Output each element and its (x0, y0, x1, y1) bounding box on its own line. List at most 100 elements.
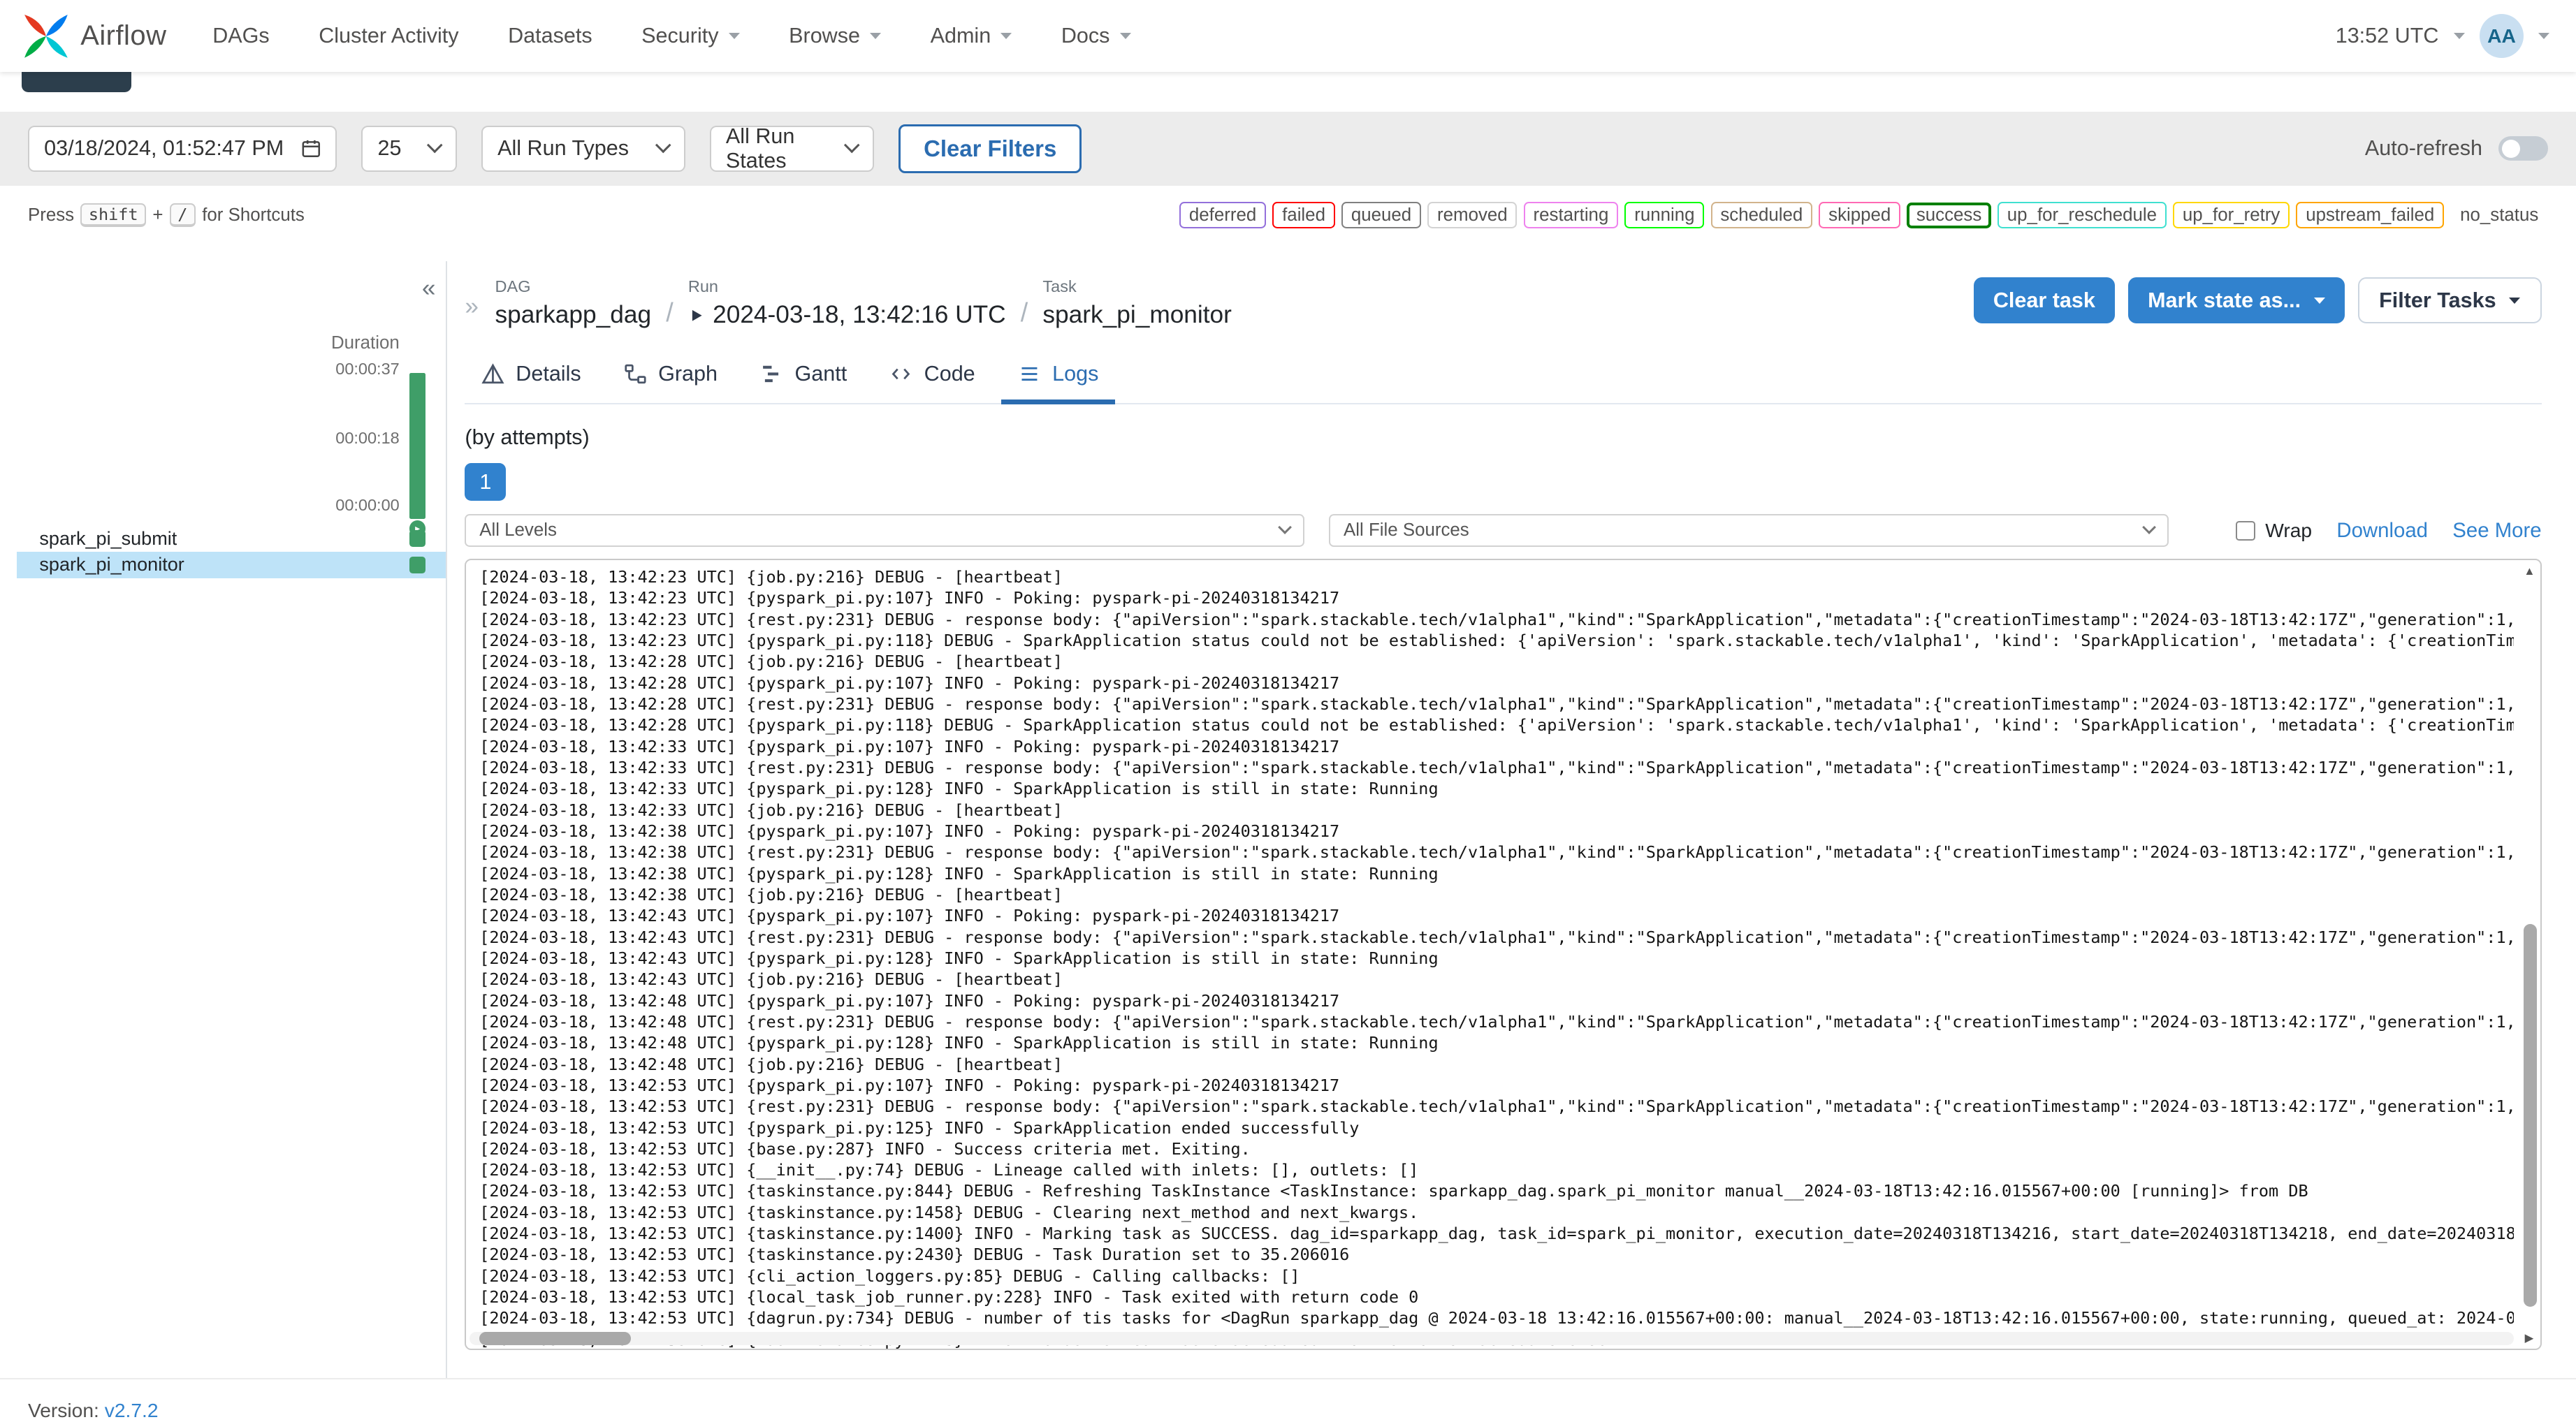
log-line: [2024-03-18, 13:42:53 UTC] {local_task_j… (479, 1287, 1419, 1307)
log-line: [2024-03-18, 13:42:28 UTC] {rest.py:231}… (479, 694, 2514, 714)
by-attempts-label: (by attempts) (465, 425, 590, 450)
task-row-spark_pi_monitor[interactable]: spark_pi_monitor (16, 552, 446, 578)
task-state-square[interactable] (409, 557, 426, 573)
legend-badge-removed[interactable]: removed (1427, 202, 1518, 228)
log-line: [2024-03-18, 13:42:23 UTC] {pyspark_pi.p… (479, 630, 2514, 650)
legend-badge-restarting[interactable]: restarting (1523, 202, 1619, 228)
log-line: [2024-03-18, 13:42:23 UTC] {job.py:216} … (479, 566, 1063, 587)
legend-badge-failed[interactable]: failed (1272, 202, 1335, 228)
run-types-select[interactable]: All Run Types (481, 125, 685, 172)
airflow-brand[interactable]: Airflow (23, 13, 167, 59)
wrap-checkbox[interactable] (2235, 520, 2256, 541)
timezone-clock[interactable]: 13:52 UTC (2336, 24, 2439, 48)
nav-item-cluster-activity[interactable]: Cluster Activity (319, 24, 458, 48)
log-line: [2024-03-18, 13:42:38 UTC] {pyspark_pi.p… (479, 821, 1340, 841)
user-avatar[interactable]: AA (2479, 13, 2524, 59)
legend-badge-upstream_failed[interactable]: upstream_failed (2296, 202, 2444, 228)
main-nav: DAGs Cluster Activity Datasets Security … (212, 24, 1131, 48)
filter-tasks-button[interactable]: Filter Tasks (2357, 277, 2542, 324)
crumb-run-label: Run (687, 277, 718, 296)
chevron-down-icon (2313, 297, 2325, 304)
log-line: [2024-03-18, 13:42:43 UTC] {job.py:216} … (479, 969, 1063, 990)
horizontal-scrollbar-thumb[interactable] (479, 1332, 631, 1346)
mark-state-as-button[interactable]: Mark state as... (2127, 277, 2345, 324)
axis-tick: 00:00:18 (335, 428, 400, 447)
log-line: [2024-03-18, 13:42:33 UTC] {job.py:216} … (479, 800, 1063, 820)
nav-item-datasets[interactable]: Datasets (508, 24, 592, 48)
tab-logs[interactable]: Logs (1001, 352, 1115, 405)
page-size-select[interactable]: 25 (361, 125, 457, 172)
legend-badge-scheduled[interactable]: scheduled (1710, 202, 1813, 228)
nav-item-dags[interactable]: DAGs (212, 24, 269, 48)
log-line: [2024-03-18, 13:42:53 UTC] {taskinstance… (479, 1245, 1350, 1265)
navbar: Airflow DAGs Cluster Activity Datasets S… (0, 0, 2576, 73)
task-state-square[interactable] (409, 530, 426, 547)
clear-filters-button[interactable]: Clear Filters (898, 124, 1082, 174)
date-filter-input[interactable] (27, 125, 337, 172)
nav-item-admin[interactable]: Admin (931, 24, 1012, 48)
horizontal-scrollbar[interactable] (470, 1332, 2515, 1346)
task-row-spark_pi_submit[interactable]: spark_pi_submit (17, 525, 446, 552)
task-list: spark_pi_submit spark_pi_monitor (16, 525, 446, 578)
log-line: [2024-03-18, 13:42:33 UTC] {pyspark_pi.p… (479, 736, 1340, 756)
legend-badge-queued[interactable]: queued (1341, 202, 1421, 228)
slash-key: / (169, 203, 196, 228)
auto-refresh-toggle[interactable] (2498, 136, 2549, 161)
breadcrumb-expand-icon[interactable]: » (465, 293, 479, 321)
auto-refresh-label: Auto-refresh (2364, 136, 2482, 161)
log-content: [2024-03-18, 13:42:23 UTC] {job.py:216} … (479, 566, 2514, 1349)
see-more-link[interactable]: See More (2452, 519, 2541, 543)
wrap-label: Wrap (2265, 519, 2313, 542)
axis-tick: 00:00:00 (335, 496, 400, 515)
legend-badge-deferred[interactable]: deferred (1179, 202, 1266, 228)
manual-run-icon (688, 307, 705, 324)
log-line: [2024-03-18, 13:42:33 UTC] {pyspark_pi.p… (479, 779, 1439, 799)
tab-graph[interactable]: Graph (607, 352, 734, 404)
log-line: [2024-03-18, 13:42:33 UTC] {rest.py:231}… (479, 757, 2514, 777)
chevron-down-icon (843, 137, 861, 154)
collapse-panel-button[interactable]: « (422, 274, 436, 302)
tab-details[interactable]: Details (465, 352, 597, 404)
chevron-down-icon (1278, 520, 1293, 534)
log-line: [2024-03-18, 13:42:28 UTC] {job.py:216} … (479, 652, 1063, 672)
log-line: [2024-03-18, 13:42:43 UTC] {pyspark_pi.p… (479, 948, 1439, 968)
log-level-select[interactable]: All Levels (465, 514, 1304, 548)
filter-bar: 25 All Run Types All Run States Clear Fi… (0, 111, 2576, 186)
log-line: [2024-03-18, 13:42:53 UTC] {__init__.py:… (479, 1160, 1419, 1180)
tab-gantt[interactable]: Gantt (744, 352, 864, 404)
scroll-right-icon[interactable]: ▶ (2525, 1331, 2534, 1345)
legend-badge-success[interactable]: success (1907, 202, 1991, 228)
run-states-select[interactable]: All Run States (709, 124, 874, 173)
nav-item-browse[interactable]: Browse (789, 24, 882, 48)
download-link[interactable]: Download (2336, 519, 2428, 543)
legend-badge-skipped[interactable]: skipped (1819, 202, 1901, 228)
run-duration-bar[interactable] (409, 372, 426, 520)
vertical-scrollbar-thumb[interactable] (2524, 924, 2537, 1307)
log-line: [2024-03-18, 13:42:48 UTC] {rest.py:231}… (479, 1011, 2514, 1032)
crumb-dag-value: sparkapp_dag (495, 301, 652, 329)
scroll-up-icon[interactable]: ▲ (2524, 565, 2535, 578)
nav-item-security[interactable]: Security (641, 24, 740, 48)
version-link[interactable]: v2.7.2 (105, 1399, 159, 1421)
content: « Duration 00:00:37 00:00:18 00:00:00 ▸ … (0, 261, 2576, 1378)
nav-item-docs[interactable]: Docs (1061, 24, 1131, 48)
log-line: [2024-03-18, 13:42:28 UTC] {pyspark_pi.p… (479, 673, 1340, 693)
vertical-scrollbar[interactable] (2524, 580, 2537, 1329)
legend-badge-running[interactable]: running (1624, 202, 1705, 228)
date-filter-value[interactable] (44, 136, 291, 161)
task-name: spark_pi_submit (39, 527, 177, 549)
file-source-select[interactable]: All File Sources (1329, 514, 2169, 548)
log-line: [2024-03-18, 13:42:28 UTC] {pyspark_pi.p… (479, 715, 2514, 735)
breadcrumb: » DAG sparkapp_dag / Run 2024-03-18, 13:… (465, 277, 2542, 329)
clear-task-button[interactable]: Clear task (1973, 277, 2116, 324)
legend-badge-up_for_reschedule[interactable]: up_for_reschedule (1998, 202, 2167, 228)
tab-code[interactable]: Code (873, 352, 991, 404)
details-icon (481, 363, 504, 384)
task-name: spark_pi_monitor (39, 554, 184, 576)
shortcut-hint: Press shift + / for Shortcuts (28, 203, 305, 228)
log-line: [2024-03-18, 13:42:53 UTC] {base.py:287}… (479, 1138, 1251, 1159)
legend-badge-up_for_retry[interactable]: up_for_retry (2173, 202, 2290, 228)
attempt-1-button[interactable]: 1 (465, 463, 507, 501)
legend-badge-no_status[interactable]: no_status (2450, 202, 2549, 228)
duration-label: Duration (330, 333, 400, 353)
